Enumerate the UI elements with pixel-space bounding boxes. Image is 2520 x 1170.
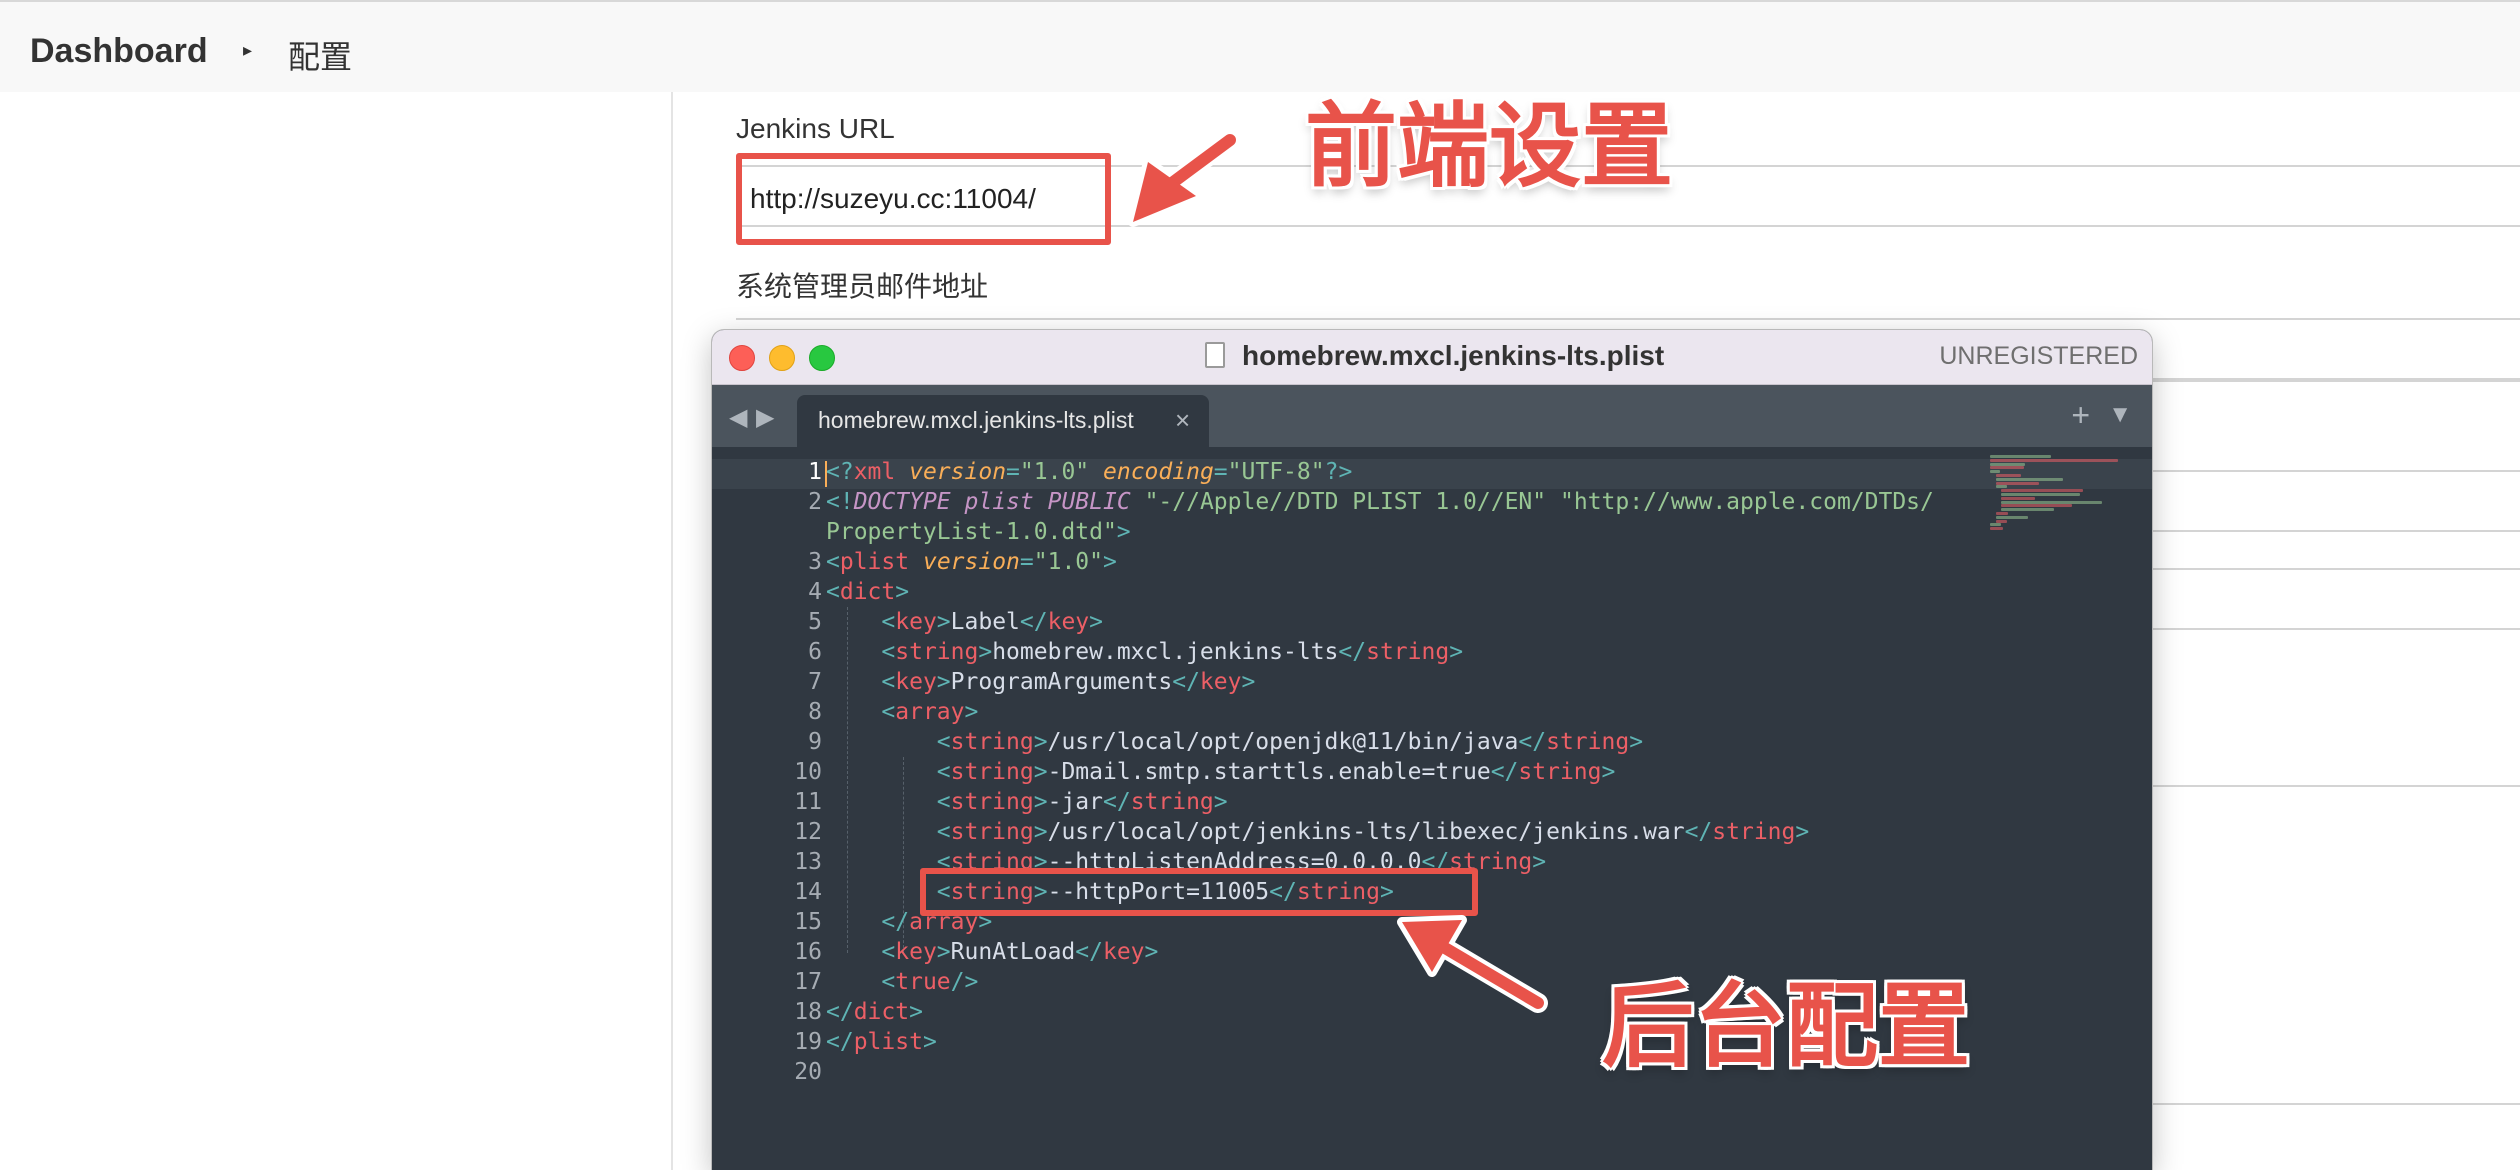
backend-annotation-label: 后台配置 [1602, 976, 1971, 1078]
backend-arrow-icon [1397, 915, 1548, 1013]
annotation-arrows [1128, 130, 1548, 1013]
frontend-annotation-label: 前端设置 [1305, 96, 1674, 198]
frontend-arrow-icon [1128, 130, 1240, 227]
